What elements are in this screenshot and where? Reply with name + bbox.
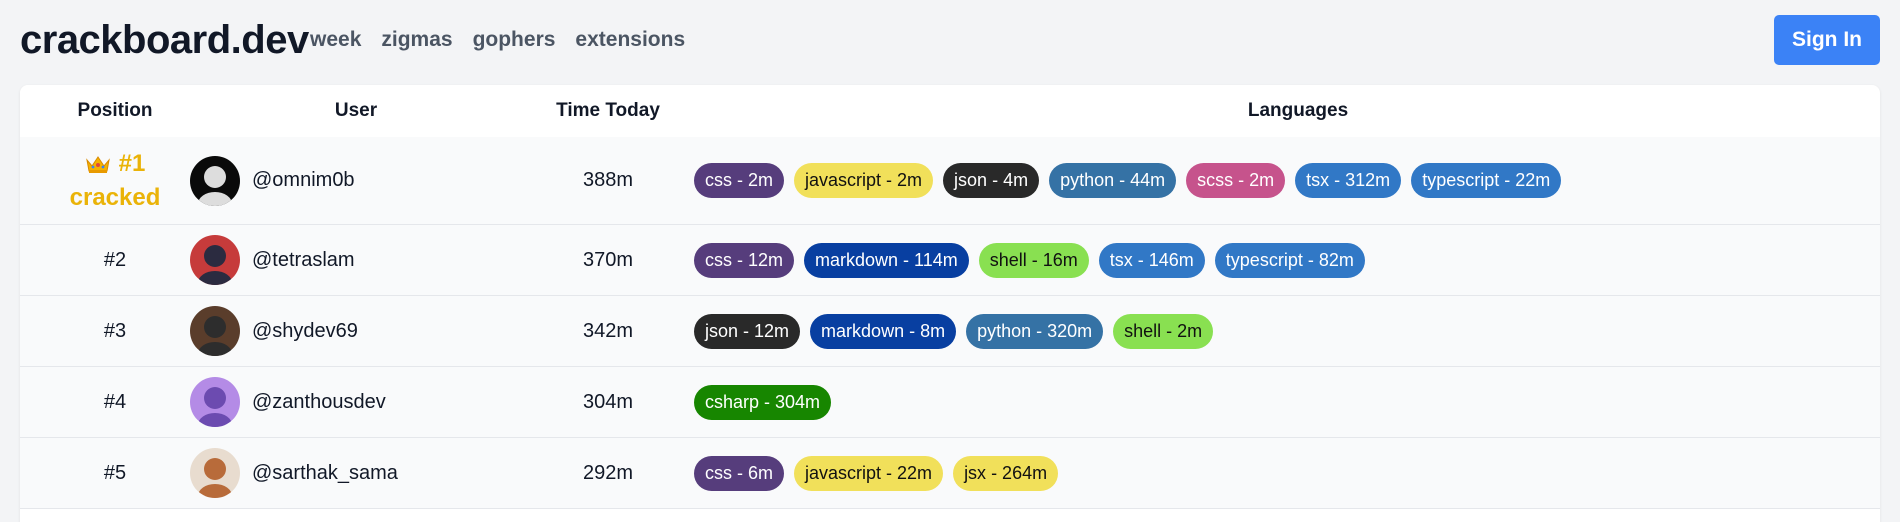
table-row[interactable]: #2 @tetraslam 370m css - 12m markdown - 114… [20,225,1880,296]
language-pill: css - 12m [694,242,795,278]
language-pill: shell - 16m [978,242,1089,278]
nav-link-extensions[interactable]: extensions [575,28,685,52]
language-pill: markdown - 114m [804,242,969,278]
language-pill: shell - 2m [1113,313,1214,349]
language-pill: tsx - 146m [1098,242,1205,278]
time-today-cell: 304m [582,390,634,413]
leaderboard-table: Position User Time Today Languages [20,85,1880,136]
languages-cell: json - 12m markdown - 8m python - 320m shel… [694,296,1214,366]
user-cell[interactable]: @tetraslam [190,225,355,295]
user-cell[interactable]: @sarthak_sama [190,438,398,508]
crown-icon [85,155,110,173]
username[interactable]: @zanthousdev [252,391,386,414]
sign-in-button[interactable]: Sign In [1774,15,1880,65]
languages-cell: css - 12m markdown - 114m shell - 16m tsx -… [694,225,1365,295]
header: crackboard.dev week zigmas gophers exten… [20,0,1880,84]
table-row[interactable]: #1 cracked @omnim0b 388m css - 2m javascript… [20,137,1880,225]
avatar[interactable] [190,306,240,356]
position-number: #1 [118,149,146,177]
avatar[interactable] [190,448,240,498]
position-cell: #1 cracked [20,137,210,224]
user-cell[interactable]: @omnim0b [190,137,355,224]
languages-cell: css - 2m javascript - 2m json - 4m python -… [694,137,1562,224]
site-logo[interactable]: crackboard.dev [20,18,309,63]
table-header-row: Position User Time Today Languages [20,85,1448,136]
position-number: #5 [103,461,127,484]
username[interactable]: @tetraslam [252,249,355,272]
language-pill: python - 44m [1049,163,1177,198]
rank-badge: #1 cracked [70,147,161,215]
language-pill: markdown - 8m [810,313,957,349]
column-header-time: Time Today [458,85,758,136]
username[interactable]: @shydev69 [252,320,358,343]
language-pill: tsx - 312m [1295,163,1402,198]
user-cell[interactable]: @zanthousdev [190,367,386,437]
position-number: #3 [103,319,127,342]
avatar[interactable] [190,155,240,206]
language-pill: css - 6m [694,455,785,491]
language-pill: python - 320m [966,313,1104,349]
nav-link-zigmas[interactable]: zigmas [381,28,452,52]
time-today-cell: 342m [582,319,634,342]
time-today-cell: 370m [582,248,634,271]
table-row[interactable]: #4 @zanthousdev 304m csharp - 304m [20,367,1880,438]
language-pill: typescript - 22m [1411,163,1562,198]
table-row[interactable]: #5 @sarthak_sama 292m css - 6m javascript -… [20,438,1880,509]
table-row[interactable]: #3 @shydev69 342m json - 12m markdown - 8m p… [20,296,1880,367]
position-number: #4 [103,390,127,413]
cracked-badge: cracked [69,183,161,211]
username[interactable]: @sarthak_sama [252,462,398,485]
language-pill: json - 4m [943,163,1040,198]
leaderboard-card: Position User Time Today Languages #1 cra… [20,85,1880,522]
position-cell: #4 [20,367,210,437]
user-cell[interactable]: @shydev69 [190,296,358,366]
avatar[interactable] [190,235,240,285]
nav-link-week[interactable]: week [310,28,361,52]
position-cell: #3 [20,296,210,366]
position-cell: #5 [20,438,210,508]
language-pill: json - 12m [694,313,801,349]
language-pill: javascript - 2m [794,163,934,198]
language-pill: css - 2m [694,163,785,198]
position-number: #2 [103,248,127,271]
rank-line: #1 [85,147,146,181]
username[interactable]: @omnim0b [252,169,355,192]
language-pill: javascript - 22m [794,455,944,491]
column-header-languages: Languages [1148,85,1448,136]
nav-link-gophers[interactable]: gophers [473,28,556,52]
languages-cell: css - 6m javascript - 22m jsx - 264m [694,438,1059,508]
position-cell: #2 [20,225,210,295]
language-pill: typescript - 82m [1214,242,1365,278]
language-pill: csharp - 304m [694,384,832,420]
language-pill: jsx - 264m [953,455,1059,491]
languages-cell: csharp - 304m [694,367,832,437]
time-today-cell: 388m [582,169,634,191]
avatar[interactable] [190,377,240,427]
main-nav: week zigmas gophers extensions [310,28,685,52]
language-pill: scss - 2m [1186,163,1286,198]
time-today-cell: 292m [582,461,634,484]
